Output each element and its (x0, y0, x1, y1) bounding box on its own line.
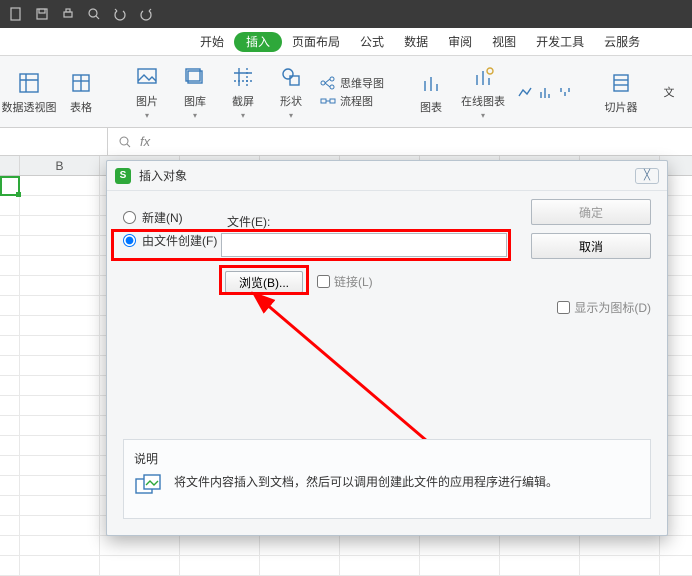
show-as-icon-label: 显示为图标(D) (574, 299, 651, 316)
tab-cloud[interactable]: 云服务 (594, 28, 650, 56)
radio-fromfile-label: 由文件创建(F) (142, 232, 217, 249)
tab-view[interactable]: 视图 (482, 28, 526, 56)
qat-save-icon[interactable] (34, 6, 50, 22)
annotation-arrow (247, 291, 447, 451)
ribbon: 数据透视图 表格 图片▾ 图库▾ 截屏▾ 形状▾ 思维导图 流程图 图表 在线图… (0, 56, 692, 128)
qat-undo-icon[interactable] (112, 6, 128, 22)
link-checkbox-label: 链接(L) (334, 273, 373, 290)
browse-button[interactable]: 浏览(B)... (225, 271, 303, 293)
ribbon-slicer: 切片器 (602, 69, 640, 115)
tab-pagelayout[interactable]: 页面布局 (282, 28, 350, 56)
radio-fromfile-input[interactable] (123, 234, 136, 247)
sparkwin-icon[interactable] (556, 78, 574, 106)
ribbon-flowchart[interactable]: 流程图 (320, 93, 384, 109)
tab-devtools[interactable]: 开发工具 (526, 28, 594, 56)
name-box[interactable] (0, 128, 108, 155)
ribbon-online-chart[interactable]: 在线图表▾ (460, 63, 506, 120)
tab-start[interactable]: 开始 (190, 28, 234, 56)
ribbon-chart[interactable]: 图表 (412, 69, 450, 115)
qat-redo-icon[interactable] (138, 6, 154, 22)
tab-review[interactable]: 审阅 (438, 28, 482, 56)
insert-object-dialog: S 插入对象 ╳ 新建(N) 由文件创建(F) 文件(E): 浏览(B)... … (106, 160, 668, 536)
sparkline-icon[interactable] (516, 78, 534, 106)
qat-preview-icon[interactable] (86, 6, 102, 22)
ribbon-screenshot[interactable]: 截屏▾ (224, 63, 262, 120)
radio-new-label: 新建(N) (142, 209, 183, 226)
radio-new-input[interactable] (123, 211, 136, 224)
tab-insert[interactable]: 插入 (234, 32, 282, 52)
cancel-button[interactable]: 取消 (531, 233, 651, 259)
fx-label[interactable]: fx (140, 134, 150, 149)
file-path-input[interactable] (221, 233, 507, 257)
ribbon-pivot[interactable]: 数据透视图 (6, 69, 52, 115)
show-as-icon-checkbox[interactable]: 显示为图标(D) (557, 299, 651, 316)
ribbon-picture[interactable]: 图片▾ (128, 63, 166, 120)
tab-formula[interactable]: 公式 (350, 28, 394, 56)
link-checkbox-input[interactable] (317, 275, 330, 288)
dialog-body: 新建(N) 由文件创建(F) 文件(E): 浏览(B)... 链接(L) 显示为… (107, 191, 667, 535)
qat-doc-icon[interactable] (8, 6, 24, 22)
col-header-b[interactable]: B (20, 156, 100, 175)
col-header-blank[interactable] (0, 156, 20, 175)
formula-bar-row: fx (0, 128, 692, 156)
file-field-label: 文件(E): (227, 213, 270, 230)
show-as-icon-input[interactable] (557, 301, 570, 314)
dialog-close-button[interactable]: ╳ (635, 168, 659, 184)
dialog-titlebar: S 插入对象 ╳ (107, 161, 667, 191)
ribbon-mindmap[interactable]: 思维导图 (320, 75, 384, 91)
description-panel: 说明 将文件内容插入到文档，然后可以调用创建此文件的应用程序进行编辑。 (123, 439, 651, 519)
description-title: 说明 (134, 450, 640, 467)
active-cell[interactable] (0, 176, 20, 196)
ribbon-gallery[interactable]: 图库▾ (176, 63, 214, 120)
qat-print-icon[interactable] (60, 6, 76, 22)
app-logo-icon: S (115, 168, 131, 184)
description-text: 将文件内容插入到文档，然后可以调用创建此文件的应用程序进行编辑。 (174, 473, 558, 491)
ribbon-tabs: 开始 插入 页面布局 公式 数据 审阅 视图 开发工具 云服务 (0, 28, 692, 56)
ribbon-table[interactable]: 表格 (62, 69, 100, 115)
quick-access-toolbar (0, 0, 692, 28)
tab-data[interactable]: 数据 (394, 28, 438, 56)
description-icon (134, 473, 164, 497)
ribbon-text-partial[interactable]: 文 (650, 84, 688, 100)
ok-button[interactable]: 确定 (531, 199, 651, 225)
dialog-title: 插入对象 (139, 167, 187, 184)
zoom-icon[interactable] (118, 135, 132, 149)
link-checkbox[interactable]: 链接(L) (317, 273, 373, 290)
ribbon-shapes[interactable]: 形状▾ (272, 63, 310, 120)
sparkcol-icon[interactable] (536, 78, 554, 106)
